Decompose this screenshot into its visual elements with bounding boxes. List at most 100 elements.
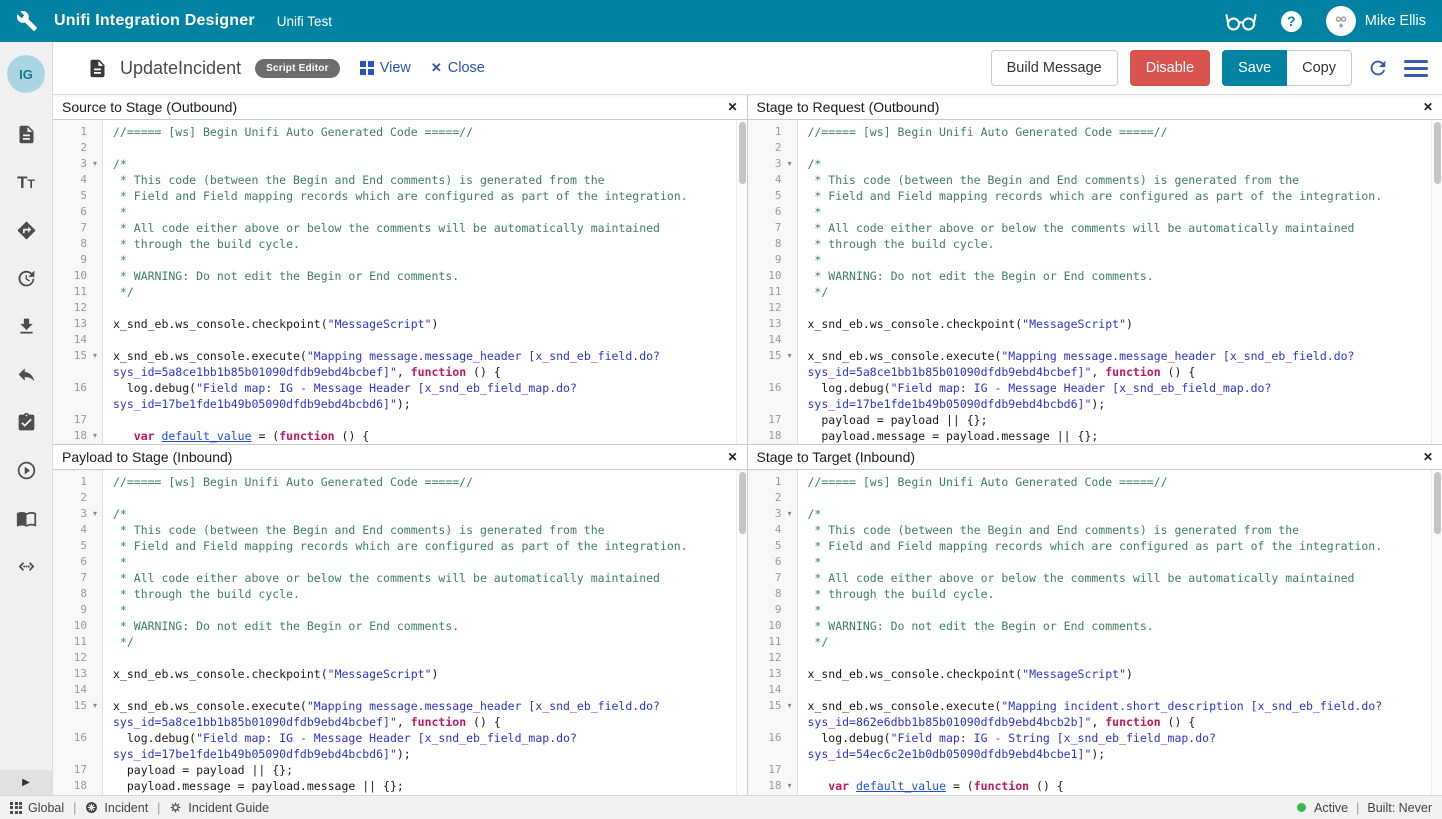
code-text: * (103, 252, 127, 268)
sidebar-expand-button[interactable]: ▶ (0, 770, 52, 795)
line-number: 2 (748, 140, 782, 156)
help-icon[interactable]: ? (1281, 11, 1302, 32)
fold-gutter (87, 746, 103, 762)
fold-arrow-icon[interactable]: ▾ (782, 698, 798, 714)
history-icon[interactable] (15, 267, 37, 289)
fold-gutter (87, 268, 103, 284)
scrollbar[interactable] (1431, 470, 1442, 795)
fold-gutter (782, 602, 798, 618)
scrollbar-thumb[interactable] (1434, 122, 1441, 184)
code-editor[interactable]: 1 //===== [ws] Begin Unifi Auto Generated… (748, 120, 1442, 444)
line-number: 9 (53, 602, 87, 618)
fold-arrow-icon[interactable]: ▾ (87, 156, 103, 172)
user-name[interactable]: Mike Ellis (1365, 13, 1426, 29)
fold-gutter (87, 490, 103, 506)
code-text: * WARNING: Do not edit the Begin or End … (103, 268, 459, 284)
fold-gutter (87, 188, 103, 204)
build-message-button[interactable]: Build Message (991, 50, 1118, 86)
fold-arrow-icon[interactable]: ▾ (87, 506, 103, 522)
menu-icon[interactable] (1404, 60, 1428, 77)
record-toolbar: UpdateIncident Script Editor View ✕ Clos… (53, 42, 1442, 95)
line-number: 7 (748, 570, 782, 586)
panel-close-icon[interactable]: ✕ (1423, 100, 1433, 114)
line-number (748, 396, 782, 412)
refresh-icon[interactable] (1364, 54, 1392, 82)
fold-gutter (782, 618, 798, 634)
fold-arrow-icon[interactable]: ▾ (87, 428, 103, 444)
code-line: 16 log.debug("Field map: IG - Message He… (53, 380, 735, 396)
scrollbar[interactable] (736, 120, 747, 444)
scope-incident[interactable]: Incident (85, 801, 148, 815)
fold-arrow-icon[interactable]: ▾ (782, 156, 798, 172)
scope-incident-guide[interactable]: Incident Guide (169, 801, 269, 815)
fold-gutter (782, 682, 798, 698)
scrollbar[interactable] (736, 470, 747, 795)
code-editor[interactable]: 1//===== [ws] Begin Unifi Auto Generated… (53, 120, 747, 444)
scrollbar-thumb[interactable] (739, 122, 746, 184)
script-icon[interactable] (15, 123, 37, 145)
code-line: 9 * (748, 602, 1431, 618)
download-icon[interactable] (15, 315, 37, 337)
panel-close-icon[interactable]: ✕ (1423, 450, 1433, 464)
fold-gutter (782, 220, 798, 236)
line-number: 14 (53, 682, 87, 698)
code-line: 12 (53, 300, 735, 316)
tasks-icon[interactable] (15, 411, 37, 433)
code-text: sys_id=17be1fde1b49b05090dfdb9ebd4bcbd6]… (103, 746, 411, 762)
fold-arrow-icon[interactable]: ▾ (782, 506, 798, 522)
line-number: 8 (53, 236, 87, 252)
code-text: /* (798, 506, 822, 522)
fold-arrow-icon[interactable]: ▾ (782, 348, 798, 364)
save-button[interactable]: Save (1222, 50, 1287, 86)
fold-arrow-icon[interactable]: ▾ (782, 778, 798, 794)
fold-gutter (87, 586, 103, 602)
script-editor-badge: Script Editor (255, 59, 340, 78)
scrollbar[interactable] (1431, 120, 1442, 444)
line-number: 1 (748, 124, 782, 140)
code-text: //===== [ws] Begin Unifi Auto Generated … (798, 124, 1168, 140)
fold-arrow-icon[interactable]: ▾ (87, 698, 103, 714)
text-icon[interactable]: TT (15, 171, 37, 193)
code-text (798, 650, 808, 666)
code-line: 4 * This code (between the Begin and End… (53, 522, 735, 538)
code-line: 4 * This code (between the Begin and End… (53, 172, 735, 188)
code-line: 6 * (748, 204, 1431, 220)
code-line: 16 log.debug("Field map: IG - String [x_… (748, 730, 1431, 746)
copy-button[interactable]: Copy (1287, 50, 1352, 86)
code-text: sys_id=5a8ce1bb1b85b01090dfdb9ebd4bcbef]… (798, 364, 1196, 380)
code-line: sys_id=54ec6c2e1b0db05090dfdb9ebd4bcbe1]… (748, 746, 1431, 762)
panel-title: Source to Stage (Outbound) (62, 99, 237, 115)
integration-avatar[interactable]: IG (7, 55, 45, 93)
fold-gutter (87, 474, 103, 490)
fold-arrow-icon[interactable]: ▾ (87, 348, 103, 364)
disable-button[interactable]: Disable (1130, 50, 1210, 86)
user-avatar[interactable] (1326, 6, 1356, 36)
run-icon[interactable] (15, 459, 37, 481)
panel-close-icon[interactable]: ✕ (727, 450, 737, 464)
docs-icon[interactable] (15, 507, 37, 529)
fold-gutter (782, 490, 798, 506)
user-menu[interactable]: Mike Ellis (1326, 6, 1426, 36)
directions-icon[interactable] (15, 219, 37, 241)
line-number: 11 (748, 284, 782, 300)
code-text: var default_value = (function () { (798, 778, 1064, 794)
undo-icon[interactable] (15, 363, 37, 385)
code-editor[interactable]: 1//===== [ws] Begin Unifi Auto Generated… (53, 470, 747, 795)
view-button[interactable]: View (360, 60, 411, 76)
line-number: 18 (748, 778, 782, 794)
panel-close-icon[interactable]: ✕ (727, 100, 737, 114)
code-icon[interactable] (15, 555, 37, 577)
line-number: 17 (53, 762, 87, 778)
code-line: 5 * Field and Field mapping records whic… (53, 538, 735, 554)
scrollbar-thumb[interactable] (1434, 472, 1441, 534)
scope-global[interactable]: Global (10, 801, 64, 815)
spectacles-icon[interactable] (1225, 10, 1257, 32)
code-text: * Field and Field mapping records which … (798, 538, 1383, 554)
code-line: sys_id=5a8ce1bb1b85b01090dfdb9ebd4bcbef]… (53, 714, 735, 730)
page-title: UpdateIncident (120, 58, 241, 79)
close-button[interactable]: ✕ Close (431, 60, 485, 76)
code-line: 16 log.debug("Field map: IG - Message He… (53, 730, 735, 746)
code-editor[interactable]: 1//===== [ws] Begin Unifi Auto Generated… (748, 470, 1442, 795)
scrollbar-thumb[interactable] (739, 472, 746, 534)
fold-gutter (782, 746, 798, 762)
